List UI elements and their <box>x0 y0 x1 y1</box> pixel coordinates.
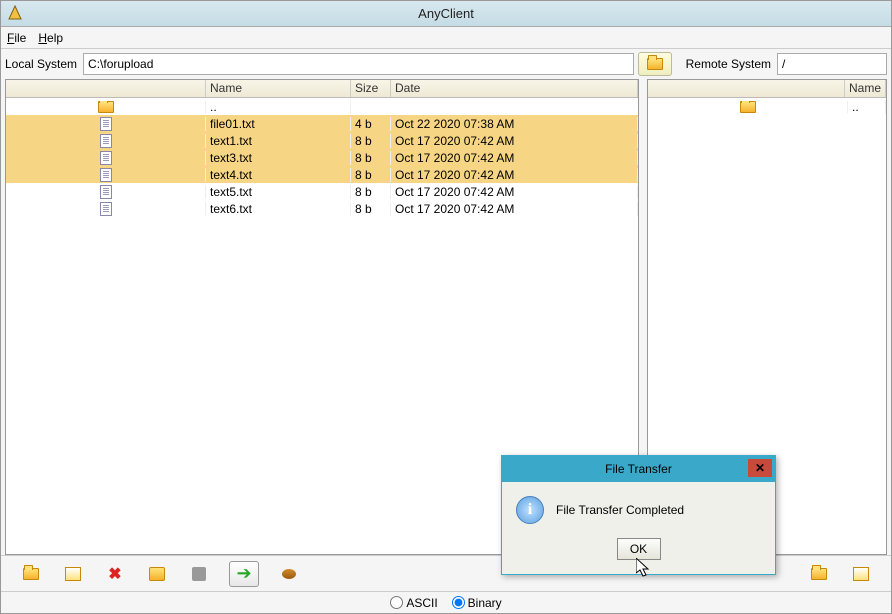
file-size: 8 b <box>351 202 391 216</box>
remote-grid-header: Name <box>648 80 886 98</box>
file-row[interactable]: text4.txt8 bOct 17 2020 07:42 AM <box>6 166 638 183</box>
new-folder-button[interactable] <box>61 562 85 586</box>
close-icon: ✕ <box>755 461 765 475</box>
stop-icon <box>192 567 206 581</box>
folder-icon <box>740 101 756 113</box>
file-icon <box>100 202 112 216</box>
file-row[interactable]: text5.txt8 bOct 17 2020 07:42 AM <box>6 183 638 200</box>
remote-open-folder-button[interactable] <box>807 562 831 586</box>
file-size: 8 b <box>351 134 391 148</box>
local-grid-header: Name Size Date <box>6 80 638 98</box>
delete-button[interactable]: ✖ <box>103 562 127 586</box>
file-name: text4.txt <box>206 168 351 182</box>
file-icon <box>100 134 112 148</box>
parent-dir-row[interactable]: .. <box>6 98 638 115</box>
dialog-close-button[interactable]: ✕ <box>748 459 772 477</box>
file-date: Oct 17 2020 07:42 AM <box>391 168 638 182</box>
upload-button[interactable]: ➔ <box>229 561 259 587</box>
file-size: 4 b <box>351 117 391 131</box>
file-row[interactable]: text6.txt8 bOct 17 2020 07:42 AM <box>6 200 638 217</box>
remote-path-input[interactable] <box>777 53 887 75</box>
file-size: 8 b <box>351 151 391 165</box>
file-date: Oct 17 2020 07:42 AM <box>391 151 638 165</box>
file-size: 8 b <box>351 168 391 182</box>
file-name: text6.txt <box>206 202 351 216</box>
binary-mode-radio[interactable]: Binary <box>452 596 502 610</box>
file-name: text3.txt <box>206 151 351 165</box>
stop-button[interactable] <box>187 562 211 586</box>
file-name: file01.txt <box>206 117 351 131</box>
delete-icon: ✖ <box>108 564 121 584</box>
folder-icon <box>98 101 114 113</box>
parent-dir-label: .. <box>206 100 351 114</box>
sync-button[interactable] <box>277 562 301 586</box>
info-icon: i <box>516 496 544 524</box>
path-row: Local System Remote System <box>1 49 891 79</box>
local-col-size[interactable]: Size <box>351 80 391 97</box>
file-row[interactable]: text3.txt8 bOct 17 2020 07:42 AM <box>6 149 638 166</box>
file-size: 8 b <box>351 185 391 199</box>
file-date: Oct 17 2020 07:42 AM <box>391 185 638 199</box>
local-browse-button[interactable] <box>638 52 672 76</box>
file-transfer-dialog: File Transfer ✕ i File Transfer Complete… <box>501 455 776 575</box>
menubar: File Help <box>1 27 891 49</box>
open-folder-button[interactable] <box>19 562 43 586</box>
file-name: text5.txt <box>206 185 351 199</box>
folder-icon <box>23 568 39 580</box>
app-title: AnyClient <box>418 6 474 21</box>
titlebar: AnyClient <box>1 1 891 27</box>
file-date: Oct 22 2020 07:38 AM <box>391 117 638 131</box>
dialog-title: File Transfer <box>605 462 672 476</box>
local-col-name[interactable]: Name <box>206 80 351 97</box>
disk-icon <box>282 569 296 579</box>
new-folder-icon <box>853 567 869 581</box>
remote-system-label: Remote System <box>686 57 771 71</box>
file-icon <box>100 151 112 165</box>
ascii-mode-radio[interactable]: ASCII <box>390 596 437 610</box>
file-name: text1.txt <box>206 134 351 148</box>
file-date: Oct 17 2020 07:42 AM <box>391 202 638 216</box>
remote-new-folder-button[interactable] <box>849 562 873 586</box>
folder-icon <box>647 58 663 70</box>
local-col-date[interactable]: Date <box>391 80 638 97</box>
folder-icon <box>811 568 827 580</box>
menu-help[interactable]: Help <box>38 31 63 45</box>
refresh-icon <box>149 567 165 581</box>
file-icon <box>100 185 112 199</box>
arrow-right-icon: ➔ <box>236 563 251 584</box>
app-icon <box>7 5 23 21</box>
local-system-label: Local System <box>5 57 77 71</box>
transfer-mode-footer: ASCII Binary <box>1 591 891 613</box>
file-icon <box>100 117 112 131</box>
dialog-titlebar[interactable]: File Transfer ✕ <box>502 456 775 482</box>
menu-file[interactable]: File <box>7 31 26 45</box>
file-icon <box>100 168 112 182</box>
new-folder-icon <box>65 567 81 581</box>
refresh-button[interactable] <box>145 562 169 586</box>
local-path-input[interactable] <box>83 53 634 75</box>
file-row[interactable]: file01.txt4 bOct 22 2020 07:38 AM <box>6 115 638 132</box>
file-date: Oct 17 2020 07:42 AM <box>391 134 638 148</box>
dialog-ok-button[interactable]: OK <box>617 538 661 560</box>
dialog-message: File Transfer Completed <box>556 503 684 517</box>
file-row[interactable]: text1.txt8 bOct 17 2020 07:42 AM <box>6 132 638 149</box>
remote-col-name[interactable]: Name <box>845 80 886 97</box>
remote-parent-dir-label: .. <box>848 100 886 114</box>
remote-parent-dir-row[interactable]: .. <box>648 98 886 115</box>
